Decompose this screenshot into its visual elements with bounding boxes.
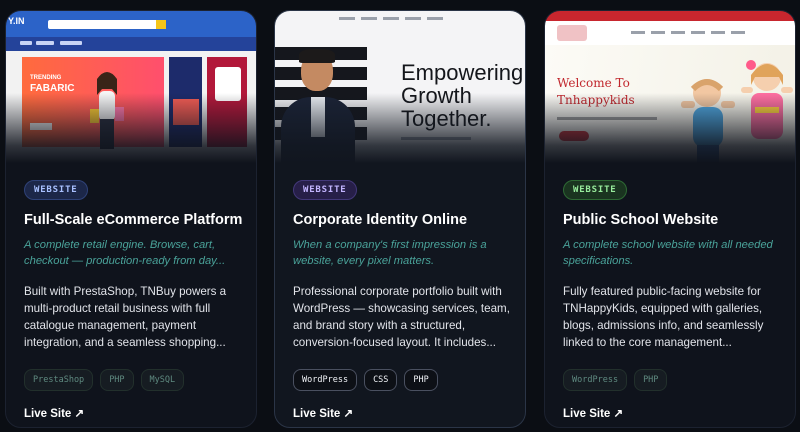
tech-tag: PHP <box>634 369 668 391</box>
project-title: Corporate Identity Online <box>293 212 468 228</box>
category-badge: WEBSITE <box>563 180 627 200</box>
project-cards-grid: Y.IN TRENDING FABARIC WEBSITE Full-Scale… <box>0 0 800 432</box>
category-badge: WEBSITE <box>24 180 88 200</box>
preview-logo: Y.IN <box>8 16 25 26</box>
project-title: Full-Scale eCommerce Platform <box>24 212 243 228</box>
tech-tag: PHP <box>404 369 438 391</box>
tech-tags: WordPress PHP <box>563 369 668 391</box>
category-badge: WEBSITE <box>293 180 357 200</box>
project-card-corporate[interactable]: Empowering Growth Together. WEBSITE Corp… <box>274 10 526 428</box>
child-illustration <box>681 79 735 163</box>
project-tagline: When a company's first impression is a w… <box>293 239 487 267</box>
model-illustration <box>90 72 124 149</box>
project-card-ecommerce[interactable]: Y.IN TRENDING FABARIC WEBSITE Full-Scale… <box>5 10 257 428</box>
project-description: Built with PrestaShop, TNBuy powers a mu… <box>24 285 227 349</box>
tech-tag: WordPress <box>293 369 358 391</box>
live-site-link[interactable]: Live Site ↗ <box>563 406 623 420</box>
project-tagline: A complete school website with all neede… <box>563 239 773 267</box>
tech-tag: CSS <box>364 369 398 391</box>
project-tagline: A complete retail engine. Browse, cart, … <box>24 239 226 267</box>
project-preview-image: Y.IN TRENDING FABARIC <box>6 11 256 163</box>
live-site-link[interactable]: Live Site ↗ <box>24 406 84 420</box>
project-title: Public School Website <box>563 212 719 228</box>
project-card-school[interactable]: Welcome To Tnhappykids WEBSITE Public Sc… <box>544 10 796 428</box>
project-description: Fully featured public-facing website for… <box>563 285 764 349</box>
project-preview-image: Empowering Growth Together. <box>275 11 525 163</box>
tech-tags: PrestaShop PHP MySQL <box>24 369 185 391</box>
project-preview-image: Welcome To Tnhappykids <box>545 11 795 163</box>
tech-tag: PrestaShop <box>24 369 94 391</box>
project-description: Professional corporate portfolio built w… <box>293 285 510 349</box>
tech-tag: PHP <box>100 369 134 391</box>
preview-hero-title: FABARIC <box>30 83 75 94</box>
child-illustration <box>741 60 793 139</box>
tech-tags: WordPress CSS PHP <box>293 369 438 391</box>
tech-tag: WordPress <box>563 369 628 391</box>
preview-welcome: Welcome To Tnhappykids <box>557 76 635 107</box>
tech-tag: MySQL <box>140 369 185 391</box>
preview-hero-label: TRENDING <box>30 75 62 81</box>
live-site-link[interactable]: Live Site ↗ <box>293 406 353 420</box>
preview-headline: Empowering Growth Together. <box>401 60 524 131</box>
